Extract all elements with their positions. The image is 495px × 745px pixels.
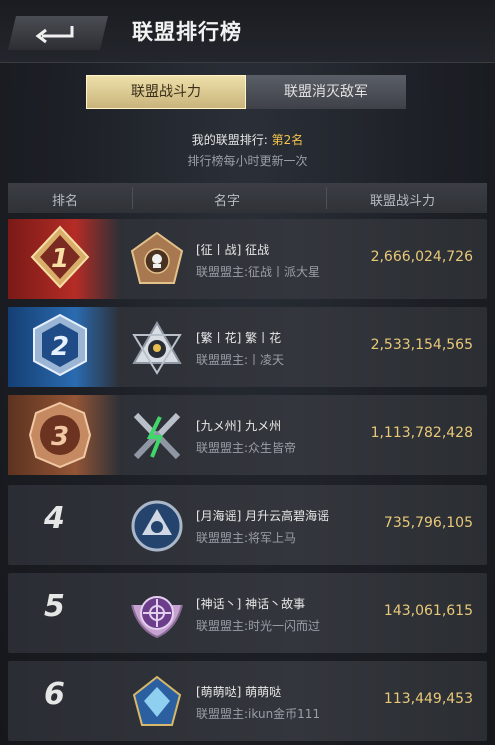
table-row[interactable]: 3 [九メ州] 九メ州 联盟盟主:众生皆帝 1,113,782,428: [8, 395, 487, 475]
rank-1-badge-icon: 1: [30, 225, 90, 289]
alliance-leader: 联盟盟主:征战丨派大星: [196, 265, 321, 279]
alliance-emblem-icon: [131, 596, 183, 639]
alliance-power: 735,796,105: [383, 515, 473, 531]
alliance-power: 1,113,782,428: [370, 425, 473, 441]
back-arrow-icon: [35, 26, 74, 44]
table-header: 排名 名字 联盟战斗力: [8, 183, 487, 213]
alliance-power: 113,449,453: [383, 691, 473, 707]
alliance-name: [萌萌哒] 萌萌哒: [196, 685, 282, 699]
my-rank-text: 我的联盟排行: 第2名: [0, 131, 495, 148]
table-row[interactable]: 4 [月海谣] 月升云高碧海谣 联盟盟主:将军上马 735,796,105: [8, 485, 487, 565]
alliance-name: [征丨战] 征战: [196, 243, 270, 257]
alliance-power: 2,533,154,565: [370, 337, 473, 353]
tab-alliance-power[interactable]: 联盟战斗力: [86, 75, 246, 109]
top-bar: 联盟排行榜: [0, 0, 495, 63]
my-rank-prefix: 我的联盟排行:: [191, 133, 272, 147]
alliance-name: [月海谣] 月升云高碧海谣: [196, 509, 330, 523]
rank-2-badge-icon: 2: [33, 313, 87, 377]
alliance-leader: 联盟盟主:时光一闪而过: [196, 619, 321, 633]
divider: [132, 187, 133, 209]
alliance-emblem-icon: [132, 320, 182, 375]
svg-text:1: 1: [51, 244, 69, 274]
alliance-leader: 联盟盟主:将军上马: [196, 531, 297, 545]
alliance-name: [神话丶] 神话丶故事: [196, 597, 306, 611]
alliance-emblem-icon: [131, 500, 183, 552]
col-power: 联盟战斗力: [370, 194, 436, 209]
table-row[interactable]: 6 [萌萌哒] 萌萌哒 联盟盟主:ikun金币111 113,449,453: [8, 661, 487, 741]
page-title: 联盟排行榜: [132, 20, 242, 44]
tab-alliance-kills[interactable]: 联盟消灭敌军: [246, 75, 406, 109]
alliance-emblem-icon: [132, 675, 182, 726]
alliance-name: [九メ州] 九メ州: [196, 419, 282, 433]
table-row[interactable]: 1 [征丨战] 征战 联盟盟主:征战丨派大星 2,666,024,726: [8, 219, 487, 299]
rank-number: 6: [44, 677, 65, 712]
alliance-emblem-icon: [133, 412, 181, 460]
alliance-leader: 联盟盟主:ikun金币111: [196, 707, 321, 721]
rank-3-badge-icon: 3: [28, 401, 92, 469]
table-row[interactable]: 5 [神话丶] 神话丶故事 联盟盟主:时光一闪而过 143,061,615: [8, 573, 487, 653]
col-name: 名字: [214, 194, 241, 209]
rank-number: 5: [44, 589, 65, 624]
col-rank: 排名: [52, 194, 79, 209]
update-note: 排行榜每小时更新一次: [187, 154, 308, 168]
alliance-name: [繁丨花] 繁丨花: [196, 331, 282, 345]
alliance-power: 143,061,615: [383, 603, 473, 619]
alliance-leader: 联盟盟主:众生皆帝: [196, 441, 297, 455]
alliance-emblem-icon: [130, 231, 184, 284]
alliance-power: 2,666,024,726: [370, 249, 473, 265]
rank-badge-area: 2: [8, 307, 120, 387]
rank-badge-area: 3: [8, 395, 120, 475]
svg-text:2: 2: [51, 332, 69, 362]
my-rank-value: 第2名: [271, 133, 304, 147]
rank-badge-area: 1: [8, 219, 120, 299]
rank-number: 4: [44, 501, 65, 536]
back-button[interactable]: [8, 16, 108, 50]
svg-text:3: 3: [51, 422, 69, 452]
table-row[interactable]: 2 [繁丨花] 繁丨花 联盟盟主:丨凌天 2,533,154,565: [8, 307, 487, 387]
alliance-leader: 联盟盟主:丨凌天: [196, 353, 285, 367]
divider: [326, 187, 327, 209]
